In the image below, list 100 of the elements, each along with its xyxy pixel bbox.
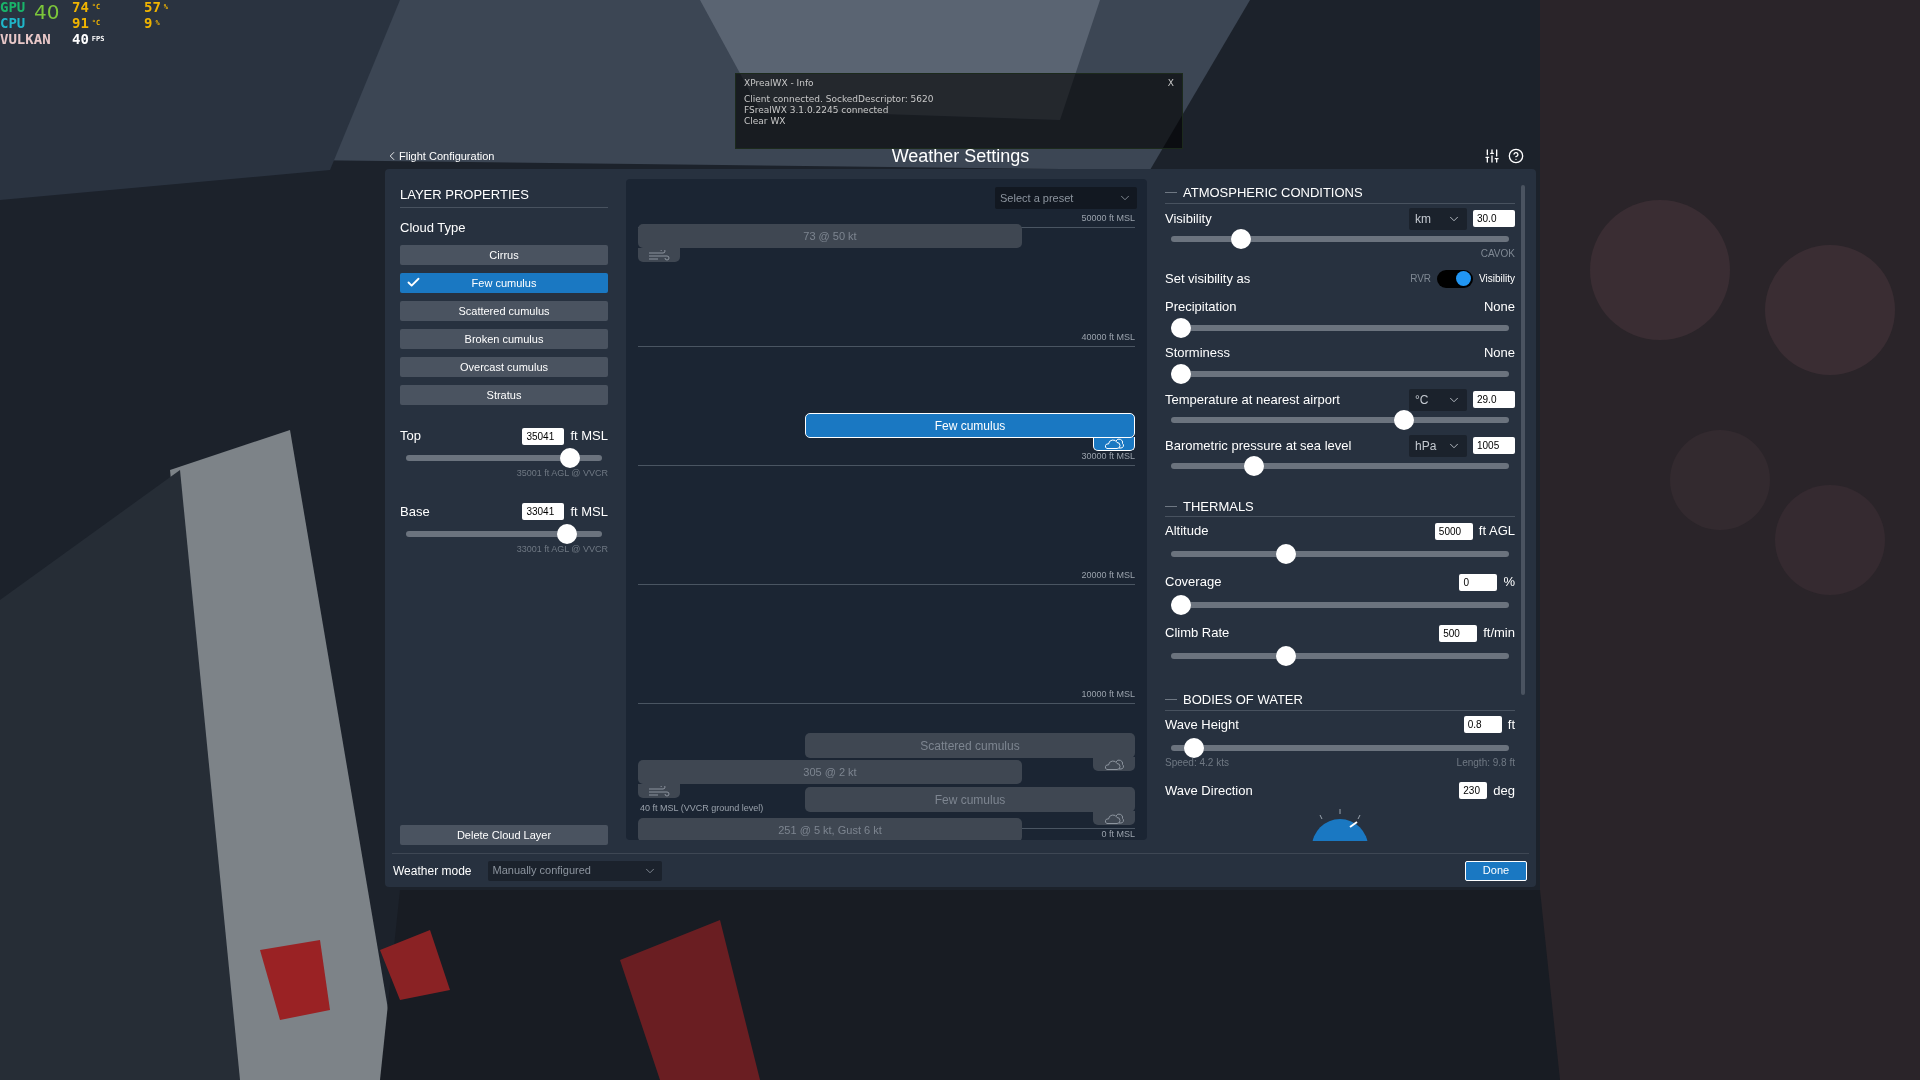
setting-label: Coverage [1165, 573, 1222, 592]
number-field[interactable]: 230 [1459, 782, 1488, 799]
toggle-switch[interactable] [1437, 269, 1474, 288]
setting-label: Storminess [1165, 343, 1231, 362]
weather-mode-label: Weather mode [393, 862, 472, 880]
info-line: Clear WX [744, 115, 787, 127]
altitude-label: Base [400, 502, 430, 521]
setting-reading: None [1483, 297, 1515, 316]
wind-layer-tab[interactable] [638, 784, 680, 798]
slider-thumb[interactable] [1275, 646, 1296, 666]
cloud-icon [1103, 758, 1125, 770]
back-link[interactable]: Flight Configuration [385, 147, 495, 165]
setting-label: Temperature at nearest airport [1165, 390, 1340, 409]
section-title: LAYER PROPERTIES [400, 185, 608, 208]
cloud-type-option[interactable]: Few cumulus [400, 273, 608, 293]
setting-reading: None [1483, 343, 1515, 362]
altitude-line-label: 50000 ft MSL [1081, 214, 1135, 225]
info-line: FSrealWX 3.1.0.2245 connected [744, 104, 890, 116]
setting-label: Wave Direction [1165, 781, 1253, 800]
unit-dropdown[interactable]: °C [1409, 388, 1467, 411]
wind-layer-tab[interactable] [638, 248, 680, 262]
unit-dropdown[interactable]: hPa [1409, 434, 1467, 457]
scrollbar[interactable] [1521, 185, 1525, 695]
settings-icon[interactable] [1484, 148, 1500, 164]
section-title: ATMOSPHERIC CONDITIONS [1183, 184, 1363, 202]
number-field[interactable]: 0 [1459, 573, 1498, 591]
slider-note: Length: 9.8 ft [1456, 755, 1515, 770]
slider-thumb[interactable] [1244, 455, 1265, 476]
hud-label: GPU [0, 0, 26, 14]
slider-thumb[interactable] [1231, 228, 1252, 249]
number-field[interactable]: 500 [1439, 624, 1478, 642]
unit-label: ft AGL [1478, 522, 1515, 541]
hud-label: VULKAN [0, 32, 51, 46]
hud-reading: 9 $^{%}$ [144, 16, 161, 30]
toggle-label: Visibility [1479, 272, 1515, 286]
number-field[interactable]: 29.0 [1473, 391, 1515, 408]
unit-label: ft MSL [570, 427, 608, 446]
toggle-label: RVR [1410, 272, 1432, 286]
cloud-type-option[interactable]: Overcast cumulus [400, 357, 608, 377]
slider-thumb[interactable] [560, 448, 580, 468]
setting-label: Barometric pressure at sea level [1165, 436, 1352, 455]
unit-label: ft MSL [570, 502, 608, 521]
number-field[interactable]: 33041 [522, 503, 565, 520]
weather-mode-dropdown[interactable]: Manually configured [487, 860, 662, 881]
number-field[interactable]: 0.8 [1463, 716, 1502, 733]
altitude-note: 35001 ft AGL @ VVCR [516, 467, 608, 480]
wind-icon [648, 249, 670, 261]
hud-reading: 57 $^{%}$ [144, 0, 170, 14]
info-title: XPrealWX - Info [744, 77, 814, 90]
cloud-type-option[interactable]: Cirrus [400, 245, 608, 265]
wind-icon [648, 785, 670, 797]
zero-altitude-label: 0 ft MSL [1101, 830, 1135, 839]
hud-reading: 91 $^{°C}$ [72, 16, 102, 30]
close-button[interactable]: X [1167, 77, 1174, 91]
cloud-type-option[interactable]: Stratus [400, 385, 608, 405]
unit-label: % [1503, 573, 1515, 592]
setting-label: Set visibility as [1165, 269, 1251, 288]
altitude-note: 33001 ft AGL @ VVCR [516, 542, 608, 556]
hud-label: CPU [0, 16, 26, 30]
preset-dropdown[interactable]: Select a preset [995, 187, 1137, 209]
slider-thumb[interactable] [1171, 363, 1191, 384]
check-icon [406, 275, 421, 290]
dialog-title: Weather Settings [891, 145, 1030, 168]
number-field[interactable]: 35041 [522, 427, 565, 445]
unit-label: ft [1507, 715, 1515, 734]
setting-label: Precipitation [1165, 297, 1237, 316]
slider-note: Speed: 4.2 kts [1165, 755, 1229, 770]
section-title: BODIES OF WATER [1183, 691, 1303, 709]
setting-label: Altitude [1165, 522, 1209, 541]
setting-label: Climb Rate [1165, 624, 1230, 643]
help-icon[interactable] [1508, 148, 1524, 164]
setting-label: Wave Height [1165, 715, 1239, 734]
slider-thumb[interactable] [1393, 409, 1414, 430]
altitude-line-label: 10000 ft MSL [1081, 690, 1135, 701]
fps-overlay: 40 [34, 2, 60, 22]
unit-label: ft/min [1483, 624, 1515, 643]
unit-label: deg [1493, 781, 1515, 800]
cloud-type-option[interactable]: Broken cumulus [400, 329, 608, 349]
slider-thumb[interactable] [557, 523, 578, 544]
number-field[interactable]: 30.0 [1473, 210, 1515, 227]
hud-reading: 74 $^{°C}$ [72, 0, 102, 14]
cloud-icon [1103, 438, 1125, 449]
section-title: THERMALS [1183, 497, 1254, 516]
unit-dropdown[interactable]: km [1409, 207, 1467, 230]
altitude-line-label: 20000 ft MSL [1081, 571, 1135, 582]
slider-thumb[interactable] [1171, 595, 1191, 615]
number-field[interactable]: 1005 [1473, 437, 1515, 454]
delete-layer-button[interactable]: Delete Cloud Layer [400, 825, 608, 846]
slider-thumb[interactable] [1171, 317, 1191, 338]
info-line: Client connected. SockedDescriptor: 5620 [744, 93, 935, 105]
cloud-type-option[interactable]: Scattered cumulus [400, 301, 608, 321]
ground-level-label: 40 ft MSL (VVCR ground level) [640, 804, 764, 813]
setting-label: Visibility [1165, 209, 1212, 228]
altitude-line-label: 40000 ft MSL [1081, 333, 1135, 344]
number-field[interactable]: 5000 [1434, 522, 1473, 540]
done-button[interactable]: Done [1465, 860, 1527, 881]
slider-thumb[interactable] [1183, 737, 1204, 758]
slider-thumb[interactable] [1275, 544, 1296, 564]
cloud-layer-bar[interactable]: Few cumulus [805, 413, 1135, 438]
altitude-line-label: 30000 ft MSL [1081, 452, 1135, 463]
